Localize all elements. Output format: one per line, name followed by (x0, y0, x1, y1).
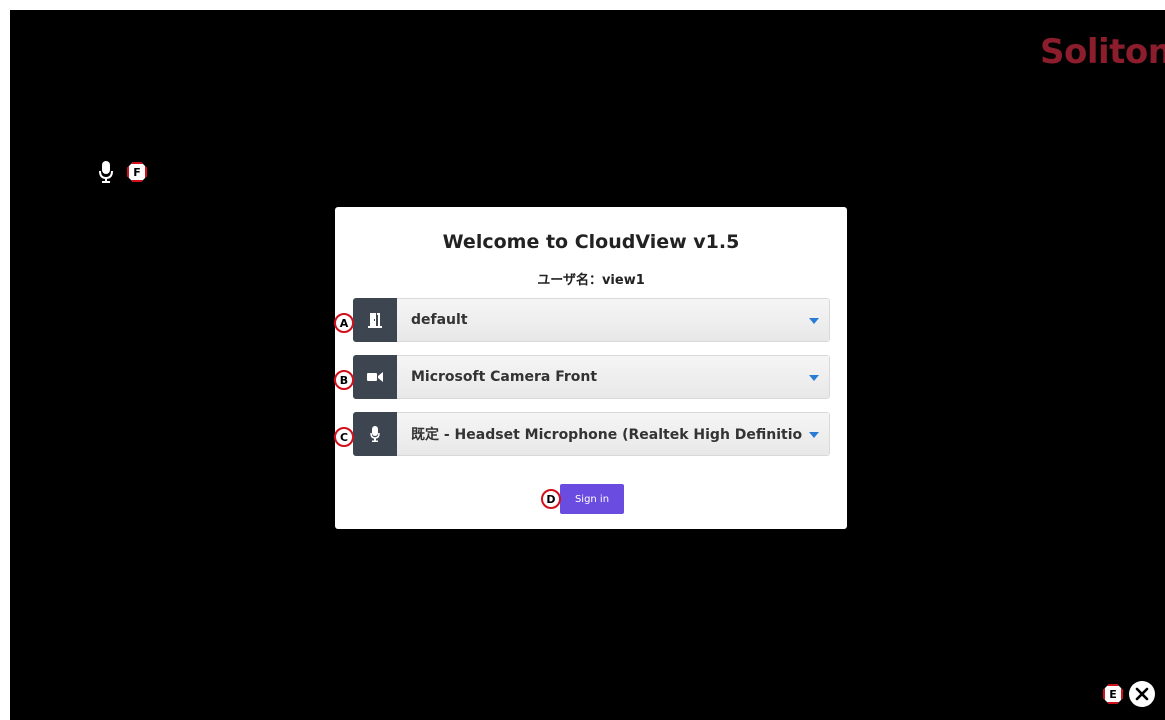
chevron-down-icon (809, 432, 819, 438)
badge-d: D (541, 489, 561, 509)
badge-f: F (127, 162, 147, 182)
microphone-select-value: 既定 - Headset Microphone (Realtek High De… (411, 427, 803, 443)
room-select[interactable]: default (353, 298, 830, 342)
chevron-down-icon (809, 318, 819, 324)
room-select-value: default (411, 312, 468, 328)
sign-in-button[interactable]: Sign in (560, 484, 624, 514)
badge-b: B (334, 370, 354, 390)
welcome-dialog: Welcome to CloudView v1.5 ユーザ名：view1 def… (334, 207, 847, 529)
microphone-select-box[interactable]: 既定 - Headset Microphone (Realtek High De… (397, 412, 830, 456)
door-icon (368, 313, 382, 328)
video-camera-icon (367, 372, 383, 382)
microphone-icon-panel (353, 412, 397, 456)
microphone-icon (370, 426, 380, 442)
dialog-title: Welcome to CloudView v1.5 (442, 231, 740, 253)
chevron-down-icon (809, 375, 819, 381)
camera-icon-panel (353, 355, 397, 399)
microphone-toggle[interactable] (98, 160, 114, 184)
badge-c: C (334, 427, 354, 447)
camera-select-box[interactable]: Microsoft Camera Front (397, 355, 830, 399)
camera-select-value: Microsoft Camera Front (411, 369, 598, 385)
room-icon-panel (353, 298, 397, 342)
close-button[interactable] (1129, 681, 1155, 707)
room-select-box[interactable]: default (397, 298, 830, 342)
username-label: ユーザ名：view1 (537, 273, 645, 288)
badge-e: E (1103, 684, 1123, 704)
close-icon (1135, 687, 1149, 701)
camera-select[interactable]: Microsoft Camera Front (353, 355, 830, 399)
app-stage: Soliton F Welcome to CloudView v1.5 ユーザ名… (10, 10, 1165, 720)
badge-a: A (334, 313, 354, 333)
soliton-logo: Soliton (1040, 32, 1165, 72)
microphone-icon (99, 161, 113, 183)
microphone-select[interactable]: 既定 - Headset Microphone (Realtek High De… (353, 412, 830, 456)
